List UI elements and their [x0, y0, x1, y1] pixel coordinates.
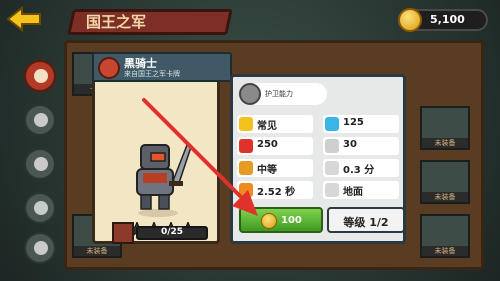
filter-icon	[34, 113, 48, 127]
hero-detail-panel: 黑骑士 来自国王之军卡牌 护卫能力 常见 125 250 30 中等 0.3 分…	[92, 52, 406, 244]
skill-pill[interactable]: 护卫能力	[239, 83, 327, 105]
hero-subtitle: 来自国王之军卡牌	[124, 70, 180, 78]
target-icon	[325, 183, 339, 197]
stat-range: 0.3 分	[323, 159, 399, 177]
bg-card[interactable]: 未装备	[420, 106, 470, 150]
bolt-icon	[325, 117, 339, 131]
filter-button-2[interactable]	[24, 104, 56, 136]
page-title: 国王之军	[86, 13, 147, 31]
run-icon	[239, 161, 253, 175]
buy-price: 100	[281, 215, 302, 226]
bg-card-label: 未装备	[422, 138, 468, 148]
stat-damage: 30	[323, 137, 399, 155]
shard-bar: 0/25	[136, 226, 208, 240]
hero-card	[92, 66, 220, 244]
filter-icon	[34, 241, 48, 255]
crown-icon	[239, 117, 253, 131]
black-knight-illustration	[136, 143, 192, 217]
coin-icon	[398, 8, 422, 32]
skill-name: 护卫能力	[265, 90, 293, 98]
stat-cost: 125	[323, 115, 399, 133]
stat-target: 地面	[323, 181, 399, 199]
skill-icon	[239, 83, 261, 105]
hero-icon	[34, 69, 48, 83]
buy-button[interactable]: 100	[239, 207, 323, 233]
bg-card-label: 未装备	[422, 246, 468, 256]
shard-progress: 0/25	[92, 222, 220, 244]
coin-icon	[261, 213, 277, 229]
filter-icon	[34, 157, 48, 171]
hero-portrait-icon	[112, 222, 134, 244]
bg-card[interactable]: 未装备	[420, 214, 470, 258]
sword-icon	[325, 139, 339, 153]
hero-name-banner: 黑骑士 来自国王之军卡牌	[92, 52, 232, 82]
filter-button-4[interactable]	[24, 192, 56, 224]
filter-icon	[34, 201, 48, 215]
heart-icon	[239, 139, 253, 153]
level-button[interactable]: 等级 1/2	[327, 207, 405, 233]
bg-card-label: 未装备	[422, 192, 468, 202]
stats-card: 护卫能力 常见 125 250 30 中等 0.3 分 2.52 秒 地面 10…	[230, 74, 406, 244]
stat-attack-speed: 2.52 秒	[237, 181, 313, 199]
back-arrow-icon[interactable]	[4, 6, 44, 32]
stat-speed: 中等	[237, 159, 313, 177]
shard-count: 0/25	[160, 227, 184, 237]
range-icon	[325, 161, 339, 175]
level-label: 等级 1/2	[343, 216, 389, 229]
filter-button-5[interactable]	[24, 232, 56, 264]
stat-rarity: 常见	[237, 115, 313, 133]
hero-class-icon	[98, 57, 120, 79]
bg-card[interactable]: 未装备	[420, 160, 470, 204]
filter-button-3[interactable]	[24, 148, 56, 180]
speed-icon	[239, 183, 253, 197]
filter-button-hero[interactable]	[24, 60, 56, 92]
stat-health: 250	[237, 137, 313, 155]
coin-amount: 5,100	[430, 13, 465, 26]
coin-counter[interactable]: 5,100	[398, 8, 488, 32]
bg-card-label: 未装备	[74, 246, 120, 256]
